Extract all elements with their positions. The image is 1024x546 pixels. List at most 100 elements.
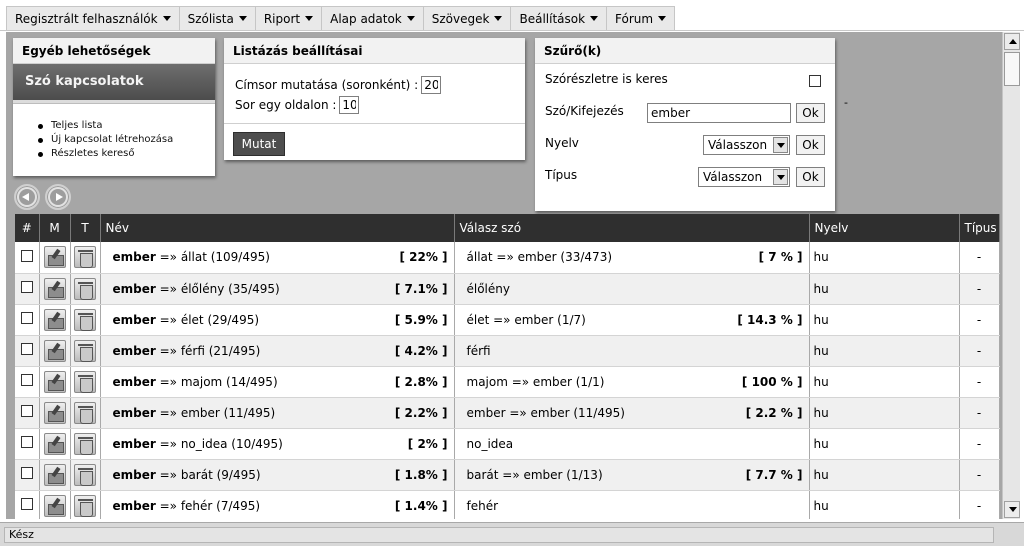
language-cell: hu [809,366,960,398]
previous-page-button[interactable] [14,184,40,210]
scroll-down-icon[interactable] [1004,501,1020,518]
answer-cell-content: majom =» ember (1/1) [ 100 % ] [459,375,805,389]
type-select[interactable]: Válasszon [698,167,790,187]
relation-percent: [ 1.8% ] [394,467,448,482]
table-row: ember =» élet (29/495) [ 5.9% ] élet =» em… [15,304,1000,336]
rows-per-page-input[interactable] [339,96,360,114]
next-page-button[interactable] [45,184,71,210]
answer-percent: [ 2.2 % ] [745,405,803,420]
menu-label: Regisztrált felhasználók [15,11,158,26]
edit-icon[interactable] [43,339,66,362]
stimulus-word: ember [112,343,156,358]
relation-target: =» élet (29/495) [155,312,260,327]
stimulus-word: ember [112,498,156,513]
menu-word-list[interactable]: Szólista [180,7,256,30]
row-select-cell [15,242,40,274]
caret-down-icon [658,16,667,21]
vertical-scrollbar[interactable] [1002,32,1020,519]
menu-report[interactable]: Riport [256,7,323,30]
col-header-language[interactable]: Nyelv [809,214,960,242]
link-full-list[interactable]: Teljes lista [38,119,215,133]
partial-search-checkbox[interactable] [809,75,821,87]
row-checkbox[interactable] [20,312,33,324]
relation-text: ember =» élőlény (35/495) [113,282,280,296]
name-cell-content: ember =» élőlény (35/495) [ 7.1% ] [105,282,450,296]
show-button[interactable]: Mutat [233,132,285,156]
relation-percent: [ 2.2% ] [394,405,448,420]
row-checkbox[interactable] [20,374,33,386]
caret-down-icon [406,16,415,21]
name-cell-content: ember =» férfi (21/495) [ 4.2% ] [105,344,450,358]
trash-icon[interactable] [74,463,96,486]
answer-cell-content: élőlény [459,282,805,296]
header-every-label: Címsor mutatása (soronként) : [235,78,419,92]
chevron-down-icon [773,137,788,153]
edit-icon[interactable] [43,308,66,331]
link-new-relation[interactable]: Új kapcsolat létrehozása [38,133,215,147]
col-header-answer[interactable]: Válasz szó [454,214,810,242]
row-checkbox[interactable] [20,436,33,448]
relations-table: # M T Név Válasz szó Nyelv Típus ember =… [15,214,1000,519]
row-checkbox[interactable] [20,405,33,417]
link-detailed-search[interactable]: Részletes kereső [38,147,215,161]
row-select-cell [15,428,40,460]
menu-texts[interactable]: Szövegek [424,7,512,30]
menu-forum[interactable]: Fórum [607,7,674,30]
col-header-type[interactable]: Típus [959,214,1000,242]
word-ok-button[interactable]: Ok [796,103,825,123]
scroll-up-icon[interactable] [1004,33,1020,50]
trash-icon[interactable] [74,246,96,269]
row-checkbox[interactable] [20,281,33,293]
relation-target: =» barát (9/495) [155,467,261,482]
language-select[interactable]: Válasszon [703,135,790,155]
header-every-input[interactable] [421,76,442,94]
word-filter-input[interactable] [647,103,791,123]
relation-target: =» fehér (7/495) [155,498,261,513]
answer-percent: [ 7.7 % ] [745,467,803,482]
edit-icon[interactable] [43,370,66,393]
menu-base-data[interactable]: Alap adatok [322,7,424,30]
edit-icon[interactable] [43,277,66,300]
col-header-name[interactable]: Név [100,214,455,242]
row-checkbox[interactable] [20,343,33,355]
trash-icon[interactable] [74,339,96,362]
trash-icon[interactable] [74,494,96,517]
relation-text: ember =» no_idea (10/495) [113,437,283,451]
edit-icon[interactable] [43,246,66,269]
edit-icon[interactable] [43,432,66,455]
menu-registered-users[interactable]: Regisztrált felhasználók [7,7,180,30]
answer-cell: férfi [454,335,810,367]
edit-icon[interactable] [43,401,66,424]
trash-icon[interactable] [74,308,96,331]
type-cell: - [959,304,1000,336]
rows-per-page-label: Sor egy oldalon : [235,98,337,112]
trash-icon[interactable] [74,432,96,455]
menu-settings[interactable]: Beállítások [511,7,608,30]
row-checkbox[interactable] [20,467,33,479]
col-header-modify: M [39,214,71,242]
partial-search-row: Szórészletre is keres [535,64,835,96]
partial-search-label: Szórészletre is keres [545,72,668,86]
scroll-thumb[interactable] [1004,52,1020,86]
row-select-cell [15,273,40,305]
name-cell: ember =» férfi (21/495) [ 4.2% ] [100,335,455,367]
language-ok-button[interactable]: Ok [796,135,825,155]
type-ok-button[interactable]: Ok [796,167,825,187]
answer-percent: [ 7 % ] [758,250,803,265]
name-cell-content: ember =» barát (9/495) [ 1.8% ] [105,468,450,482]
trash-icon[interactable] [74,370,96,393]
status-bar: Kész [0,522,1024,546]
relation-percent: [ 2% ] [407,436,448,451]
type-cell: - [959,397,1000,429]
trash-icon[interactable] [74,277,96,300]
edit-icon[interactable] [43,494,66,517]
relation-percent: [ 5.9% ] [394,312,448,327]
edit-icon[interactable] [43,463,66,486]
stray-dash: - [844,96,848,109]
row-checkbox[interactable] [20,249,33,262]
row-checkbox[interactable] [20,498,33,510]
relation-text: ember =» majom (14/495) [113,375,278,389]
content-area: Egyéb lehetőségek Szó kapcsolatok Teljes… [6,32,1002,519]
answer-text: barát =» ember (1/13) [466,467,603,482]
trash-icon[interactable] [74,401,96,424]
